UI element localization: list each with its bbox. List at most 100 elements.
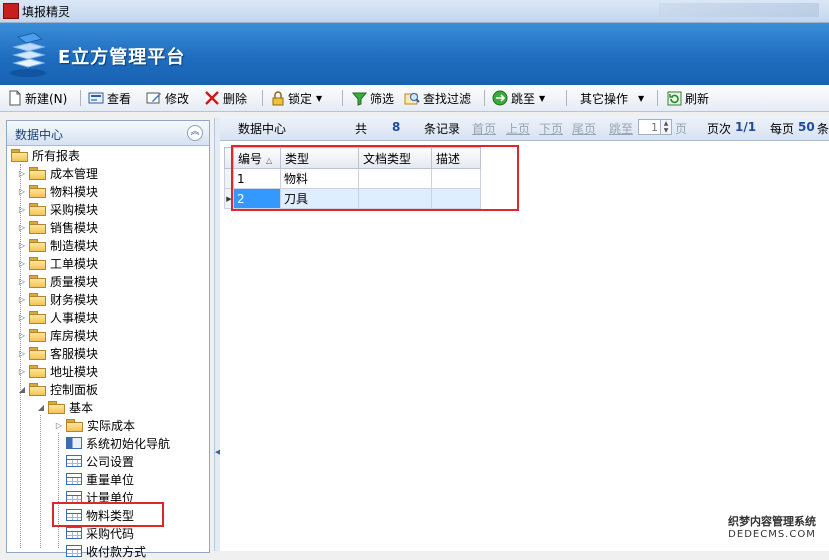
expand-arrow-icon[interactable]: ▷ [17,367,27,376]
find-filter-icon [404,92,420,104]
cell-id[interactable]: 2 [233,188,281,209]
data-grid: 编号 △ 类型 文档类型 描述 1 物料 ▶ 2 刀具 [224,147,481,209]
jump-button[interactable]: 跳至 ▼ [492,88,545,108]
tree-item-label: 重量单位 [86,472,135,487]
tree-item-label: 成本管理 [50,166,99,181]
page-number-input[interactable]: 1 ▲ ▼ [638,119,672,135]
tree-item-label: 质量模块 [50,274,99,289]
page-value: 1/1 [735,120,757,134]
tree-item-module[interactable]: ▷ 库房模块 [17,326,98,344]
tree-item-material-type[interactable]: 物料类型 [66,506,134,524]
per-page-suffix: 条 [817,122,829,136]
first-page-link[interactable]: 首页 [472,120,496,137]
table-row[interactable]: 1 物料 [224,168,481,189]
expand-arrow-icon[interactable]: ▷ [17,223,27,232]
row-header[interactable] [224,168,234,189]
column-header-doc-type[interactable]: 文档类型 [358,147,432,169]
folder-icon [29,203,46,216]
expand-arrow-icon[interactable]: ▷ [17,169,27,178]
expand-arrow-icon[interactable]: ▷ [17,313,27,322]
collapse-arrow-icon[interactable]: ◢ [17,385,27,394]
filter-button[interactable]: 筛选 [352,88,394,108]
expand-arrow-icon[interactable]: ▷ [17,241,27,250]
tree-item-weight-unit[interactable]: 重量单位 [66,470,134,488]
edit-button[interactable]: 修改 [146,88,189,108]
tree-item-purchase-code[interactable]: 采购代码 [66,524,134,542]
edit-label: 修改 [165,91,190,106]
tree-item-label: 计量单位 [86,490,135,505]
tree-item-measure-unit[interactable]: 计量单位 [66,488,134,506]
cell-id[interactable]: 1 [233,168,281,189]
cell-type[interactable]: 物料 [280,168,359,189]
collapse-icon[interactable]: ︽ [187,125,203,141]
expand-arrow-icon[interactable]: ▷ [17,205,27,214]
folder-icon [66,419,83,432]
cell-doc-type[interactable] [358,168,432,189]
expand-arrow-icon[interactable]: ▷ [17,331,27,340]
title-bar-blurred-text [659,3,819,17]
tree-item-module[interactable]: ▷ 制造模块 [17,236,98,254]
spinner-icon[interactable]: ▲ ▼ [660,120,671,134]
collapse-arrow-icon[interactable]: ◢ [36,403,46,412]
tree-item-module[interactable]: ▷ 成本管理 [17,164,98,182]
tree-item-all-reports[interactable]: 所有报表 [11,146,80,164]
expand-arrow-icon[interactable]: ▷ [17,295,27,304]
folder-icon [29,347,46,360]
tree-item-basic[interactable]: ◢ 基本 [36,398,93,416]
tree-item-control-panel[interactable]: ◢ 控制面板 [17,380,98,398]
table-row-selected[interactable]: ▶ 2 刀具 [224,188,481,209]
new-button[interactable]: 新建(N) [8,88,67,108]
last-page-link[interactable]: 尾页 [572,120,596,137]
tree-item-payment-method[interactable]: 收付款方式 [66,542,146,560]
tree-item-module[interactable]: ▷ 工单模块 [17,254,98,272]
view-button[interactable]: 查看 [88,88,131,108]
cell-type[interactable]: 刀具 [280,188,359,209]
watermark-line1: 织梦内容管理系统 [728,515,816,528]
tree-item-module[interactable]: ▷ 财务模块 [17,290,98,308]
sidebar-header: 数据中心 ︽ [7,121,209,146]
expand-arrow-icon[interactable]: ▷ [54,421,64,430]
find-filter-button[interactable]: 查找过滤 [404,88,471,108]
row-pointer-icon[interactable]: ▶ [224,188,234,209]
tree-item-module[interactable]: ▷ 销售模块 [17,218,98,236]
prev-page-link[interactable]: 上页 [506,120,530,137]
column-label: 描述 [436,151,461,166]
tree-item-label: 物料模块 [50,184,99,199]
expand-arrow-icon[interactable]: ▷ [17,187,27,196]
folder-icon [29,293,46,306]
expand-arrow-icon[interactable]: ▷ [17,259,27,268]
tree-item-module[interactable]: ▷ 地址模块 [17,362,98,380]
folder-icon [29,275,46,288]
expand-arrow-icon[interactable]: ▷ [17,277,27,286]
toolbar-separator [566,90,567,106]
tree-item-module[interactable]: ▷ 质量模块 [17,272,98,290]
refresh-button[interactable]: 刷新 [667,88,709,108]
other-ops-button[interactable]: 其它操作 ▼ [580,88,644,108]
page-suffix: 页 [675,122,688,136]
cell-description[interactable] [431,188,481,209]
cell-doc-type[interactable] [358,188,432,209]
folder-icon [29,239,46,252]
cell-description[interactable] [431,168,481,189]
next-page-link[interactable]: 下页 [539,120,563,137]
tree-item-module[interactable]: ▷ 人事模块 [17,308,98,326]
chevron-down-icon: ▼ [539,93,546,103]
sidebar-panel: 数据中心 ︽ 所有报表 ▷ 成本管理 ▷ 物料模块 ▷ 采购模块 ▷ 销售模块 ▷ 制造模… [6,120,210,559]
delete-button[interactable]: 删除 [204,88,247,108]
column-header-description[interactable]: 描述 [431,147,481,169]
column-header-type[interactable]: 类型 [280,147,359,169]
tree-item-label: 工单模块 [50,256,99,271]
expand-arrow-icon[interactable]: ▷ [17,349,27,358]
lock-button[interactable]: 锁定 ▼ [271,88,322,108]
chevron-down-icon: ▼ [316,93,323,103]
tree-item-label: 财务模块 [50,292,99,307]
tree-item-company-settings[interactable]: 公司设置 [66,452,134,470]
column-header-id[interactable]: 编号 △ [233,147,281,169]
tree-item-label: 人事模块 [50,310,99,325]
tree-item-module[interactable]: ▷ 客服模块 [17,344,98,362]
tree-item-module[interactable]: ▷ 物料模块 [17,182,98,200]
jump-to-label[interactable]: 跳至 [609,120,633,137]
tree-item-actual-cost[interactable]: ▷ 实际成本 [54,416,135,434]
tree-item-init-wizard[interactable]: 系统初始化导航 [66,434,170,452]
tree-item-module[interactable]: ▷ 采购模块 [17,200,98,218]
